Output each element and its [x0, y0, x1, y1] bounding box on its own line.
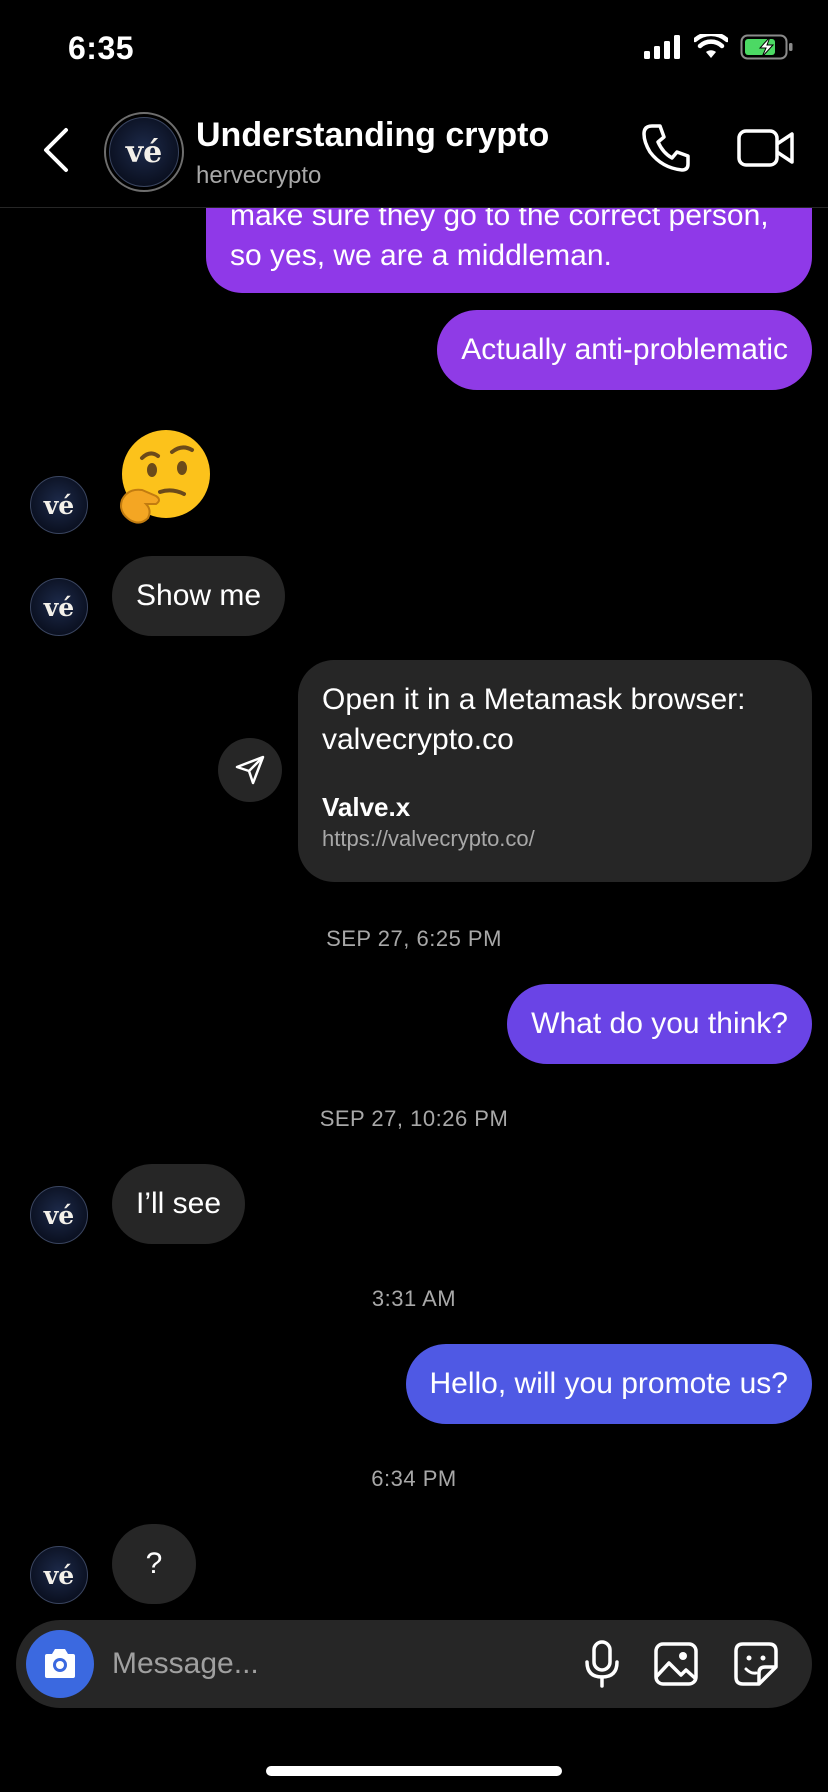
wifi-icon: [694, 34, 728, 58]
status-time: 6:35: [68, 30, 135, 66]
timestamp: SEP 27, 10:26 PM: [319, 1106, 509, 1131]
message-input[interactable]: [112, 1634, 492, 1694]
battery-icon: [740, 34, 793, 60]
sender-avatar[interactable]: vé: [30, 1546, 88, 1604]
link-preview-url[interactable]: https://valvecrypto.co/: [322, 824, 788, 854]
video-call-button[interactable]: [736, 122, 796, 174]
audio-call-button[interactable]: [638, 120, 694, 176]
sticker-icon: [734, 1642, 778, 1686]
outgoing-message[interactable]: Actually anti-problematic: [437, 310, 812, 390]
thinking-face-emoji[interactable]: [112, 426, 216, 530]
chat-header: vé Understanding crypto hervecrypto: [0, 96, 828, 208]
incoming-message[interactable]: I’ll see: [112, 1164, 246, 1244]
camera-icon: [45, 1649, 75, 1678]
message-thread[interactable]: make sure they go to the correct person,…: [0, 208, 828, 1608]
sender-avatar[interactable]: vé: [30, 476, 88, 534]
link-message-text: Open it in a Metamask browser: valvecryp…: [322, 683, 746, 756]
incoming-message[interactable]: Show me: [112, 556, 286, 636]
microphone-icon: [585, 1640, 619, 1688]
camera-button[interactable]: [26, 1630, 94, 1698]
profile-avatar-button[interactable]: vé: [104, 112, 184, 192]
incoming-message[interactable]: ?: [112, 1524, 196, 1604]
video-camera-icon: [737, 129, 794, 167]
timestamp: 6:34 PM: [371, 1466, 457, 1491]
status-icons: [644, 34, 794, 60]
chat-title[interactable]: Understanding crypto: [196, 116, 549, 155]
sender-avatar[interactable]: vé: [30, 1186, 88, 1244]
chat-username[interactable]: hervecrypto: [196, 162, 321, 190]
outgoing-message[interactable]: Hello, will you promote us?: [405, 1344, 812, 1424]
cellular-icon: [644, 35, 680, 59]
sticker-button[interactable]: [730, 1638, 782, 1690]
voice-message-button[interactable]: [576, 1638, 628, 1690]
link-preview-message[interactable]: Open it in a Metamask browser: valvecryp…: [298, 660, 812, 882]
share-button[interactable]: [218, 738, 282, 802]
home-indicator[interactable]: [266, 1766, 562, 1776]
outgoing-message[interactable]: What do you think?: [507, 984, 812, 1064]
timestamp: SEP 27, 6:25 PM: [326, 926, 502, 951]
link-preview-title: Valve.x: [322, 792, 411, 822]
gallery-icon: [654, 1642, 698, 1686]
sender-avatar[interactable]: vé: [30, 578, 88, 636]
outgoing-message[interactable]: make sure they go to the correct person,…: [206, 208, 812, 293]
back-chevron-icon: [44, 128, 68, 172]
gallery-button[interactable]: [650, 1638, 702, 1690]
back-button[interactable]: [36, 122, 76, 178]
share-send-icon: [235, 755, 265, 785]
phone-icon: [642, 124, 690, 172]
timestamp: 3:31 AM: [371, 1286, 457, 1311]
avatar: vé: [109, 117, 179, 187]
message-composer: [16, 1620, 812, 1708]
